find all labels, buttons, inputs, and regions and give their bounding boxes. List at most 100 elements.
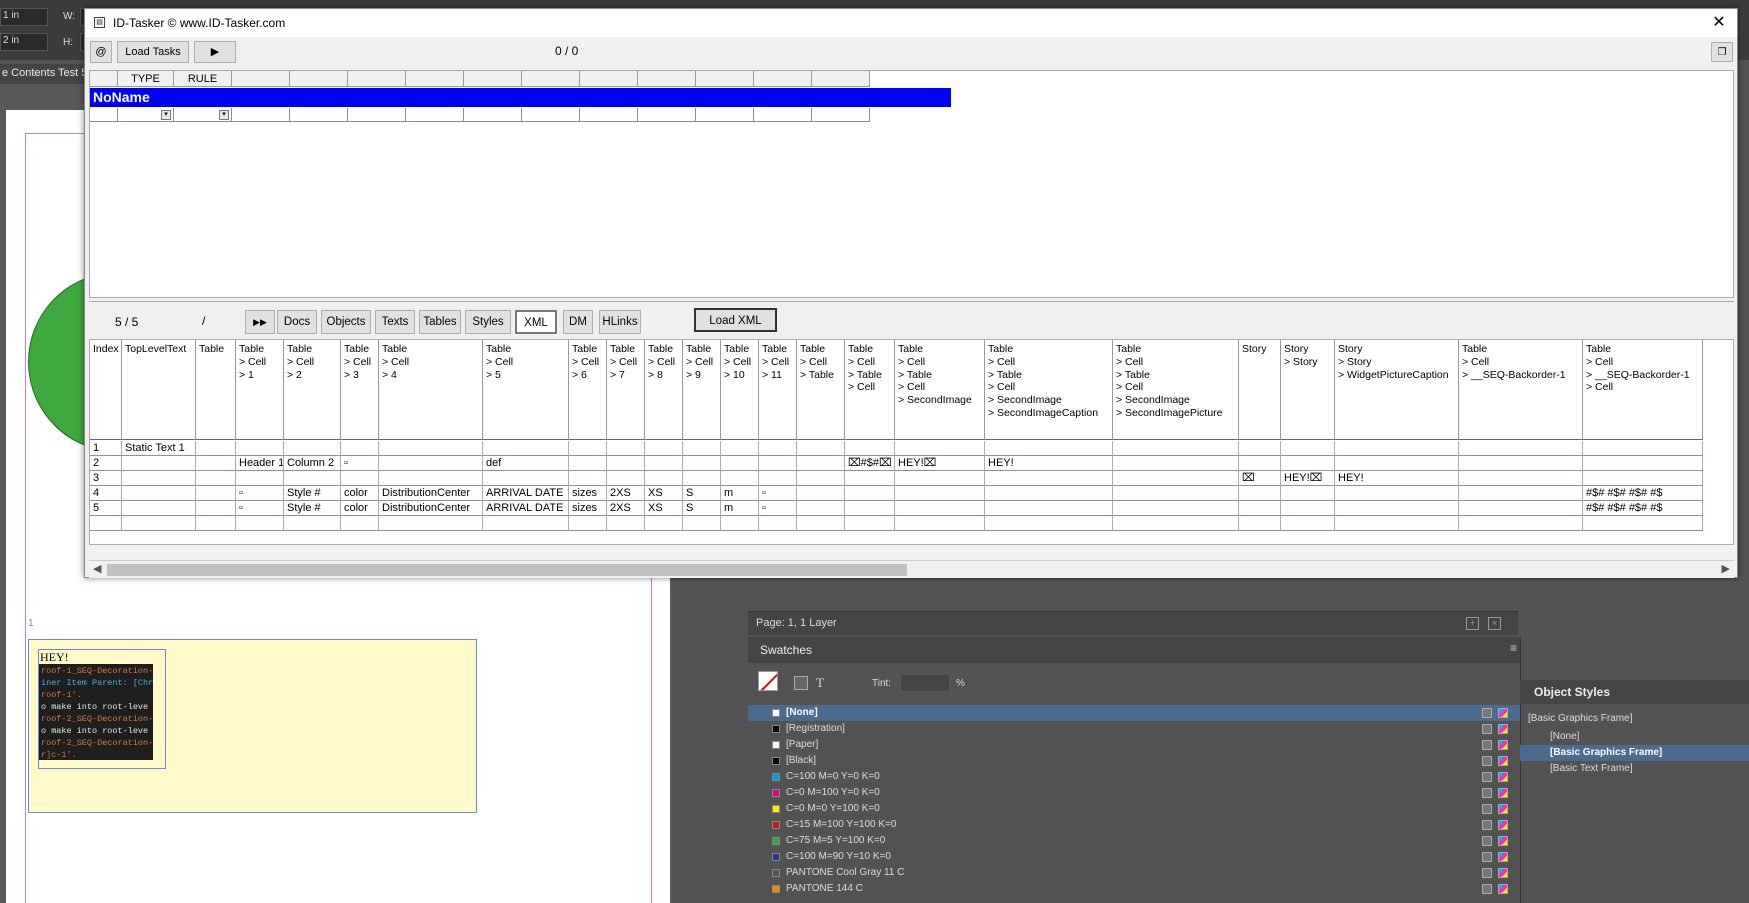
table-cell[interactable] xyxy=(985,471,1113,486)
task-grid-cell[interactable] xyxy=(290,108,348,122)
table-cell[interactable] xyxy=(122,516,196,531)
table-cell[interactable] xyxy=(759,516,797,531)
table-cell[interactable] xyxy=(845,501,895,516)
column-header[interactable]: Table > Cell > 2 xyxy=(284,340,341,440)
swatch-item[interactable]: C=0 M=0 Y=100 K=0 xyxy=(748,801,1523,817)
table-cell[interactable] xyxy=(1239,441,1281,456)
table-cell[interactable] xyxy=(645,516,683,531)
table-cell[interactable] xyxy=(483,471,569,486)
table-cell[interactable] xyxy=(1335,456,1459,471)
task-grid-column-header[interactable] xyxy=(522,71,580,87)
table-cell[interactable]: #$# #$# #$# #$ xyxy=(1583,486,1703,501)
table-cell[interactable] xyxy=(1239,486,1281,501)
swatch-item[interactable]: C=75 M=5 Y=100 K=0 xyxy=(748,833,1523,849)
table-cell[interactable] xyxy=(122,456,196,471)
table-cell[interactable] xyxy=(895,486,985,501)
table-cell[interactable] xyxy=(1113,471,1239,486)
table-cell[interactable] xyxy=(569,471,607,486)
new-page-icon[interactable]: + xyxy=(1466,617,1479,630)
y-field[interactable]: 2 in xyxy=(0,33,48,51)
table-cell[interactable]: DistributionCenter xyxy=(379,486,483,501)
table-cell[interactable] xyxy=(607,456,645,471)
table-cell[interactable] xyxy=(90,516,122,531)
swatch-item[interactable]: C=100 M=90 Y=10 K=0 xyxy=(748,849,1523,865)
delete-page-icon[interactable]: × xyxy=(1488,617,1501,630)
task-grid-column-header[interactable] xyxy=(696,71,754,87)
table-cell[interactable] xyxy=(985,516,1113,531)
swatches-panel-header[interactable]: Swatches ≡ xyxy=(748,637,1523,663)
task-grid-cell[interactable] xyxy=(754,108,812,122)
table-cell[interactable] xyxy=(1583,456,1703,471)
table-cell[interactable] xyxy=(341,441,379,456)
swatch-item[interactable]: C=15 M=100 Y=100 K=0 xyxy=(748,817,1523,833)
column-header[interactable]: Story > Story xyxy=(1281,340,1335,440)
column-header-type[interactable]: TYPE xyxy=(118,71,174,87)
swatch-item[interactable]: PANTONE 144 C xyxy=(748,881,1523,897)
table-cell[interactable] xyxy=(1459,471,1583,486)
column-header-rule[interactable]: RULE xyxy=(174,71,232,87)
task-grid-cell[interactable] xyxy=(406,108,464,122)
task-grid[interactable]: TYPE RULE NoName ▾ ▾ xyxy=(89,70,1734,298)
table-cell[interactable] xyxy=(1335,441,1459,456)
task-grid-cell[interactable] xyxy=(580,108,638,122)
table-cell[interactable]: ▫ xyxy=(236,486,284,501)
table-cell[interactable] xyxy=(379,471,483,486)
table-cell[interactable] xyxy=(895,441,985,456)
table-cell[interactable] xyxy=(236,471,284,486)
table-cell[interactable] xyxy=(1113,441,1239,456)
object-style-item[interactable]: [Basic Text Frame] xyxy=(1520,761,1749,777)
table-cell[interactable]: m xyxy=(721,501,759,516)
swatch-item[interactable]: PANTONE Cool Gray 11 C xyxy=(748,865,1523,881)
column-header[interactable]: Table > Cell > 3 xyxy=(341,340,379,440)
column-header[interactable]: Table > Cell > 7 xyxy=(607,340,645,440)
table-cell[interactable]: def xyxy=(483,456,569,471)
table-cell[interactable] xyxy=(797,456,845,471)
table-cell[interactable] xyxy=(683,516,721,531)
table-cell[interactable] xyxy=(683,441,721,456)
table-cell[interactable] xyxy=(1281,486,1335,501)
swatch-item[interactable]: [Paper] xyxy=(748,737,1523,753)
table-cell[interactable]: m xyxy=(721,486,759,501)
swatch-item[interactable]: C=0 M=100 Y=0 K=0 xyxy=(748,785,1523,801)
table-cell[interactable] xyxy=(759,471,797,486)
task-grid-column-header[interactable] xyxy=(406,71,464,87)
task-grid-cell[interactable] xyxy=(638,108,696,122)
table-cell[interactable] xyxy=(1113,516,1239,531)
table-cell[interactable] xyxy=(683,456,721,471)
table-cell[interactable] xyxy=(759,441,797,456)
table-cell[interactable] xyxy=(1583,471,1703,486)
table-cell[interactable] xyxy=(1459,516,1583,531)
table-cell[interactable] xyxy=(122,471,196,486)
swatch-item[interactable]: [Black] xyxy=(748,753,1523,769)
column-header[interactable]: Table > Cell > __SEQ-Backorder-1 > Cell xyxy=(1583,340,1703,440)
container-format-icon[interactable] xyxy=(794,676,808,690)
table-cell[interactable] xyxy=(284,441,341,456)
table-cell[interactable] xyxy=(196,456,236,471)
table-cell[interactable]: Style # xyxy=(284,486,341,501)
tab-tables[interactable]: Tables xyxy=(419,310,461,334)
table-cell[interactable] xyxy=(236,516,284,531)
table-cell[interactable] xyxy=(341,516,379,531)
table-cell[interactable] xyxy=(379,516,483,531)
tab-docs[interactable]: Docs xyxy=(277,310,317,334)
table-cell[interactable]: Style # xyxy=(284,501,341,516)
task-grid-cell[interactable] xyxy=(348,108,406,122)
tab-hlinks[interactable]: HLinks xyxy=(599,310,641,334)
table-cell[interactable] xyxy=(797,486,845,501)
object-styles-header[interactable]: Object Styles xyxy=(1520,680,1749,704)
tab-texts[interactable]: Texts xyxy=(375,310,415,334)
table-cell[interactable] xyxy=(797,441,845,456)
table-cell[interactable] xyxy=(985,441,1113,456)
column-header[interactable]: Table > Cell > Table > Cell > SecondImag… xyxy=(985,340,1113,440)
table-cell[interactable]: S xyxy=(683,486,721,501)
table-cell[interactable] xyxy=(645,456,683,471)
table-cell[interactable]: HEY! xyxy=(1335,471,1459,486)
table-cell[interactable]: color xyxy=(341,486,379,501)
table-cell[interactable] xyxy=(196,441,236,456)
scroll-left-icon[interactable]: ◀ xyxy=(93,562,101,575)
table-cell[interactable] xyxy=(797,471,845,486)
table-cell[interactable] xyxy=(1113,501,1239,516)
table-cell[interactable] xyxy=(645,471,683,486)
table-cell[interactable] xyxy=(845,486,895,501)
table-cell[interactable]: ▫ xyxy=(341,456,379,471)
